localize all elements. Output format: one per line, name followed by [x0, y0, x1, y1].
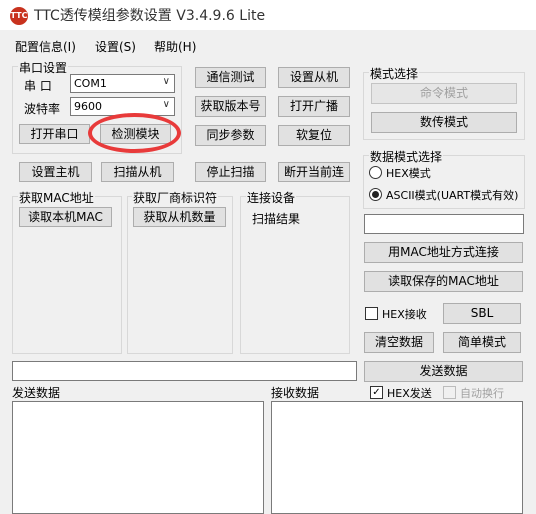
read-saved-mac-button[interactable]: 读取保存的MAC地址	[364, 271, 523, 292]
disconnect-button[interactable]: 断开当前连	[278, 162, 350, 182]
baud-value: 9600	[74, 100, 102, 113]
get-slave-count-button[interactable]: 获取从机数量	[133, 207, 226, 227]
connect-device-label: 连接设备	[246, 189, 297, 206]
receive-panel-label: 接收数据	[271, 386, 320, 400]
send-panel-label: 发送数据	[12, 386, 61, 400]
stop-scan-button[interactable]: 停止扫描	[195, 162, 266, 182]
menu-config-info[interactable]: 配置信息(I)	[15, 38, 76, 55]
set-master-button[interactable]: 设置主机	[19, 162, 92, 182]
auto-wrap-checkbox[interactable]	[443, 386, 456, 399]
transparent-mode-button[interactable]: 数传模式	[371, 112, 517, 133]
clear-data-button[interactable]: 清空数据	[364, 332, 434, 353]
port-value: COM1	[74, 77, 107, 90]
scan-slave-button[interactable]: 扫描从机	[101, 162, 174, 182]
window-title: TTC透传模组参数设置 V3.4.9.6 Lite	[34, 8, 266, 24]
send-textarea[interactable]	[12, 401, 264, 514]
highlight-circle	[88, 113, 181, 153]
comm-test-button[interactable]: 通信测试	[195, 67, 266, 88]
simple-mode-button[interactable]: 简单模式	[443, 332, 521, 353]
soft-reset-button[interactable]: 软复位	[278, 125, 350, 146]
command-mode-button[interactable]: 命令模式	[371, 83, 517, 104]
menu-bar: 配置信息(I) 设置(S) 帮助(H)	[0, 36, 536, 56]
receive-textarea[interactable]	[271, 401, 523, 514]
sbl-button[interactable]: SBL	[443, 303, 521, 324]
menu-settings[interactable]: 设置(S)	[95, 38, 136, 55]
title-bar: TTC TTC透传模组参数设置 V3.4.9.6 Lite	[0, 0, 536, 30]
ttc-logo-icon: TTC	[10, 7, 28, 25]
hex-send-checkbox[interactable]: ✓	[370, 386, 383, 399]
open-port-button[interactable]: 打开串口	[19, 124, 90, 144]
scan-result-label: 扫描结果	[252, 212, 301, 226]
chevron-down-icon: ∨	[162, 76, 170, 87]
auto-wrap-label: 自动换行	[460, 387, 504, 400]
send-input[interactable]	[12, 361, 357, 381]
connect-by-mac-button[interactable]: 用MAC地址方式连接	[364, 242, 523, 263]
menu-help[interactable]: 帮助(H)	[154, 38, 196, 55]
mode-select-label: 模式选择	[369, 65, 420, 82]
sync-params-button[interactable]: 同步参数	[195, 125, 266, 146]
port-select[interactable]: COM1 ∨	[70, 74, 175, 93]
mac-address-input[interactable]	[364, 214, 524, 234]
ascii-mode-label: ASCII模式(UART模式有效)	[386, 189, 519, 202]
hex-mode-label: HEX模式	[386, 167, 431, 180]
serial-settings-label: 串口设置	[18, 59, 69, 76]
baud-label: 波特率	[24, 102, 61, 116]
ascii-mode-radio[interactable]	[369, 188, 382, 201]
port-label: 串 口	[24, 79, 52, 93]
get-mac-label: 获取MAC地址	[18, 189, 95, 206]
get-vendor-label: 获取厂商标识符	[132, 189, 219, 206]
chevron-down-icon: ∨	[162, 99, 170, 110]
open-broadcast-button[interactable]: 打开广播	[278, 96, 350, 117]
hex-send-label: HEX发送	[387, 387, 432, 400]
read-local-mac-button[interactable]: 读取本机MAC	[19, 207, 112, 227]
hex-receive-label: HEX接收	[382, 308, 427, 321]
get-version-button[interactable]: 获取版本号	[195, 96, 266, 117]
hex-receive-checkbox[interactable]	[365, 307, 378, 320]
hex-mode-radio[interactable]	[369, 166, 382, 179]
send-data-button[interactable]: 发送数据	[364, 361, 523, 382]
set-slave-button[interactable]: 设置从机	[278, 67, 350, 88]
data-mode-label: 数据模式选择	[369, 148, 444, 165]
